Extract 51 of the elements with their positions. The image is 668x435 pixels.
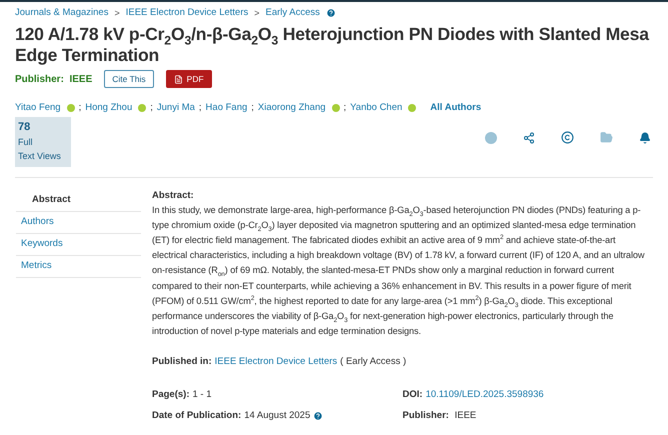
journal-link[interactable]: IEEE Electron Device Letters — [214, 356, 338, 368]
abstract-text: In this study, we demonstrate large-area, high-performance β-Ga$_{2}$O$_{3}$-based heterojunction PN diodes (PNDs) featuring a p-type chromium oxide (p-Cr$_{2}$O$_{3}$) layer deposited via magnetron sputtering and an optimized slanted-mesa edge termination (ET) for electric field management. The fabricated diodes exhibit an active area of 9 mm$^{2}$ and achieve state-of-the-art electrical characteristics, including a high breakdown voltage (BV) of 1.78 kV, a forward current (IF) of 120 A, and an ultralow on-resistance (R$_{on}$) of 69 mΩ. Notably, the slanted-mesa-ET PNDs show only a marginal reduction in forward current compared to their non-ET counterparts, while achieving a 36% enhancement in BV. This results in a power figure of merit (PFOM) of 0.511 GW/cm$^{2}$, the highest reported to date for any large-area (>1 mm$^{2}$) β-Ga$_{2}$O$_{3}$ diode. This exceptional performance underscores the viability of β-Ga$_{2}$O$_{3}$ for next-generation high-power electronics, particularly through the introduction of novel p-type materials and edge termination designs. — [152, 204, 646, 338]
published-in-label: Published in: — [152, 356, 212, 368]
pages-value: 1 - 1 — [192, 389, 212, 400]
document-icon — [174, 74, 183, 84]
publisher-label: Publisher: IEEE — [15, 74, 92, 84]
view-count: 78 — [18, 120, 32, 134]
all-authors-link[interactable]: All Authors — [430, 102, 482, 113]
author-link[interactable]: Junyi Ma — [156, 102, 195, 113]
author-link[interactable]: Hong Zhou — [85, 102, 132, 113]
orcid-icon[interactable] — [408, 104, 416, 112]
author-link[interactable]: Yanbo Chen — [350, 102, 402, 113]
help-icon[interactable] — [326, 8, 336, 18]
publisher-meta-label: Publisher: — [402, 410, 449, 422]
doi-label: DOI: — [402, 389, 423, 400]
orcid-icon[interactable] — [66, 104, 75, 112]
orcid-icon[interactable] — [138, 104, 146, 112]
views-label: Full — [18, 136, 34, 148]
date-label: Date of Publication: — [152, 410, 242, 422]
share-icon[interactable] — [523, 132, 535, 144]
separator: ; — [198, 102, 202, 113]
breadcrumb-link[interactable]: Journals & Magazines — [15, 7, 108, 18]
author-link[interactable]: Xiaorong Zhang — [258, 102, 326, 113]
access-note: ( Early Access ) — [340, 356, 406, 368]
separator: ; — [150, 102, 153, 113]
separator: ; — [251, 102, 254, 113]
copyright-icon[interactable] — [561, 131, 574, 144]
section-tab[interactable]: Authors — [16, 212, 141, 234]
separator: ; — [344, 102, 346, 113]
breadcrumb-link[interactable]: IEEE Electron Device Letters — [126, 7, 248, 18]
section-tab[interactable]: Keywords — [16, 234, 141, 256]
breadcrumb-separator: > — [254, 8, 260, 18]
doi-link[interactable]: 10.1109/LED.2025.3598936 — [426, 389, 544, 400]
abstract-heading: Abstract: — [152, 190, 195, 200]
publisher-meta-value: IEEE — [454, 410, 476, 422]
breadcrumb-separator: > — [114, 8, 120, 18]
bell-icon[interactable] — [639, 132, 651, 144]
author-link[interactable]: Yitao Feng — [15, 102, 61, 113]
pages-label: Page(s): — [152, 389, 190, 400]
help-icon[interactable] — [313, 410, 324, 421]
orcid-icon[interactable] — [332, 104, 340, 112]
pdf-button[interactable]: PDF — [166, 70, 212, 88]
author-link[interactable]: Hao Fang — [206, 102, 248, 113]
date-value: 14 August 2025 — [244, 410, 310, 422]
views-label: Text Views — [18, 150, 62, 163]
cite-button[interactable]: Cite This — [104, 70, 154, 88]
breadcrumb-link[interactable]: Early Access — [266, 7, 320, 18]
article-title: 120 A/1.78 kV p-Cr$_{2}$O$_{3}$/n-β-Ga$_{2}$O$_{3}$ Heterojunction PN Diodes with Slanted Mesa Edge Termination — [15, 24, 650, 66]
section-tab[interactable]: Abstract — [16, 190, 141, 212]
section-tab[interactable]: Metrics — [16, 256, 141, 278]
separator: ; — [78, 102, 82, 113]
